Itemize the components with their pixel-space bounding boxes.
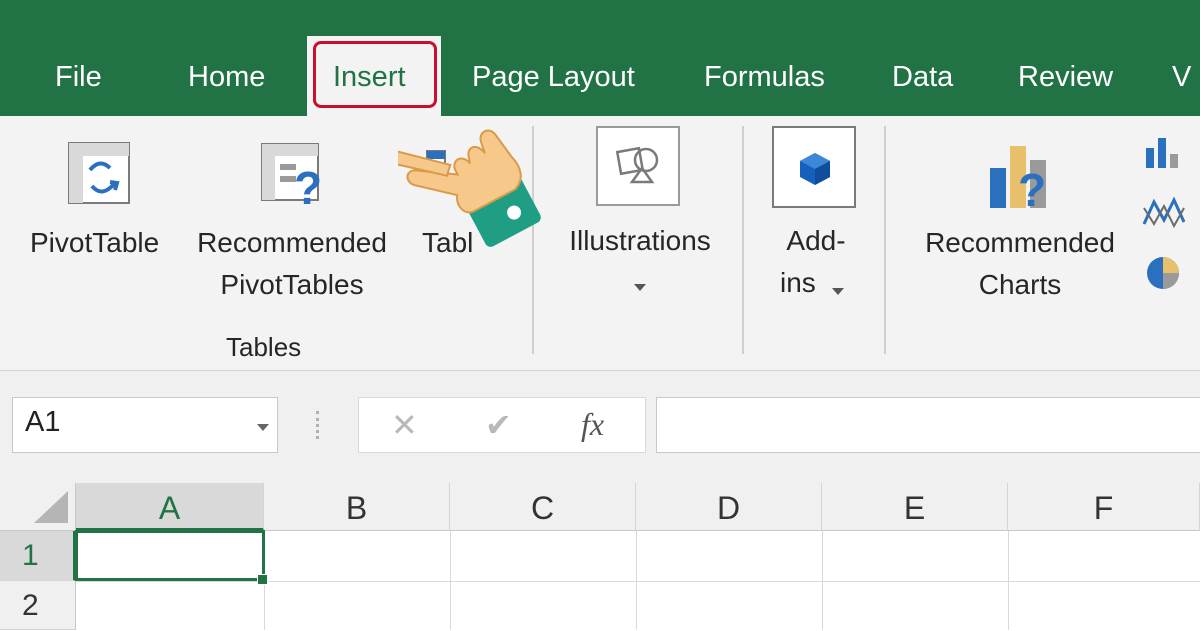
name-box-value: A1: [25, 406, 61, 438]
illustrations-label: Illustrations: [569, 225, 711, 256]
recommended-charts-icon: ?: [990, 146, 1046, 214]
column-header-c[interactable]: C: [450, 483, 636, 531]
tab-view[interactable]: V: [1172, 58, 1191, 96]
pivottable-icon: [68, 142, 130, 204]
cell-a2[interactable]: [76, 582, 264, 630]
svg-text:?: ?: [294, 162, 322, 212]
column-header-d[interactable]: D: [636, 483, 822, 531]
formula-bar-grip[interactable]: [316, 411, 323, 439]
line-chart-icon[interactable]: [1142, 194, 1186, 234]
formula-bar-area: A1 ✕ ✔ fx: [0, 371, 1200, 483]
svg-text:?: ?: [1018, 164, 1046, 214]
addins-button[interactable]: Add- ins: [762, 124, 872, 314]
ribbon-tab-bar: File Home Insert Page Layout Formulas Da…: [0, 0, 1200, 120]
tab-home[interactable]: Home: [188, 58, 265, 96]
addins-label-1: Add-: [786, 225, 846, 256]
bar-chart-icon[interactable]: [1144, 134, 1184, 170]
insert-function-icon[interactable]: fx: [581, 406, 604, 443]
group-separator: [884, 126, 886, 354]
worksheet-grid: A B C D E F 1 2: [0, 483, 1200, 630]
formula-input[interactable]: [656, 397, 1200, 453]
select-all-corner[interactable]: [0, 483, 76, 531]
selected-cell-a1[interactable]: [75, 530, 265, 581]
select-all-triangle-icon: [34, 491, 68, 523]
tab-formulas[interactable]: Formulas: [704, 58, 825, 96]
name-box[interactable]: A1: [12, 397, 278, 453]
pie-chart-icon[interactable]: [1144, 254, 1182, 292]
addins-label-2: ins: [780, 267, 816, 298]
tab-data[interactable]: Data: [892, 58, 953, 96]
tab-file[interactable]: File: [55, 58, 102, 96]
column-header-f[interactable]: F: [1008, 483, 1200, 531]
dropdown-arrow-icon[interactable]: [257, 424, 269, 431]
dropdown-arrow-icon: [634, 284, 646, 291]
addins-icon-frame: [772, 126, 856, 208]
addins-icon: [800, 153, 830, 185]
recommended-charts-button[interactable]: ? Recommended Charts: [906, 130, 1134, 320]
illustrations-icon: [616, 146, 659, 184]
tab-page-layout[interactable]: Page Layout: [472, 58, 635, 96]
recommended-charts-label-1: Recommended: [925, 227, 1115, 258]
recommended-charts-label-2: Charts: [978, 269, 1062, 300]
tab-review[interactable]: Review: [1018, 58, 1113, 96]
row-header-2[interactable]: 2: [0, 581, 76, 630]
cancel-icon[interactable]: ✕: [391, 406, 418, 444]
ribbon-panel: PivotTable ? Recommended PivotTables Tab…: [0, 116, 1200, 371]
recommended-pivottables-button[interactable]: ? Recommended PivotTables: [186, 130, 398, 320]
column-header-b[interactable]: B: [264, 483, 450, 531]
group-separator: [742, 126, 744, 354]
dropdown-arrow-icon: [832, 288, 844, 295]
row-header-1[interactable]: 1: [0, 531, 76, 581]
tables-group-label: Tables: [226, 332, 302, 362]
recommended-pivottables-label-1: Recommended: [197, 227, 387, 258]
illustrations-icon-frame: [596, 126, 680, 206]
illustrations-button[interactable]: Illustrations: [550, 124, 730, 304]
recommended-pivottables-icon: ?: [261, 143, 322, 212]
column-header-e[interactable]: E: [822, 483, 1008, 531]
enter-icon[interactable]: ✔: [485, 406, 512, 444]
formula-buttons: ✕ ✔ fx: [358, 397, 646, 453]
pointing-hand-icon: [398, 129, 541, 247]
recommended-pivottables-label-2: PivotTables: [220, 269, 364, 300]
column-header-a[interactable]: A: [76, 483, 264, 531]
pivottable-label: PivotTable: [30, 227, 160, 258]
pivottable-button[interactable]: PivotTable: [20, 130, 180, 300]
